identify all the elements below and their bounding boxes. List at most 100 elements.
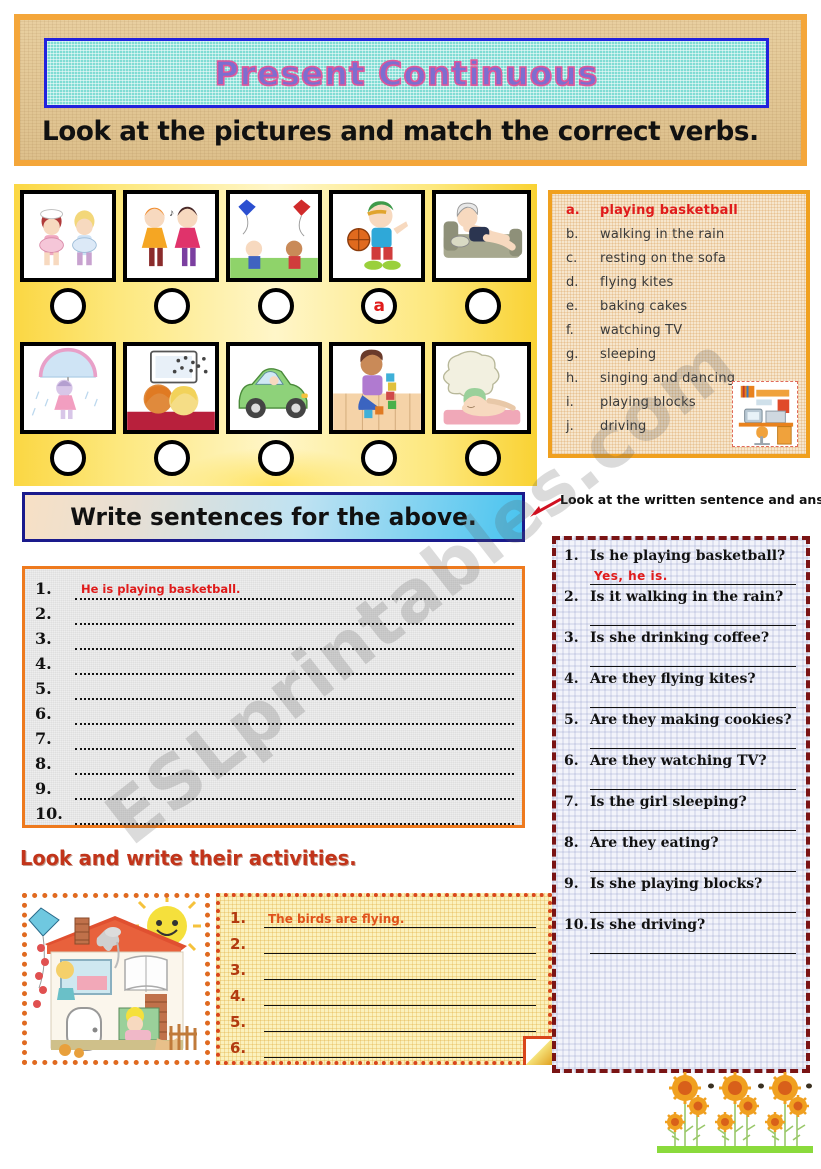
question-text: Are they making cookies?: [590, 712, 792, 728]
answer-circle-row-2: [20, 440, 531, 476]
sentence-line-8[interactable]: 8.: [35, 750, 514, 775]
sentence-line-10[interactable]: 10.: [35, 800, 514, 825]
verb-list-box: a. playing basketball b. walking in the …: [548, 190, 810, 458]
question-answer-line[interactable]: [590, 772, 796, 790]
computer-desk-icon: [732, 381, 798, 447]
activity-line-4[interactable]: 4.: [230, 980, 536, 1006]
verb-item-f[interactable]: f. watching TV: [552, 323, 806, 347]
activity-number: 5.: [230, 1013, 247, 1031]
question-answer-line[interactable]: [590, 690, 796, 708]
question-text: Are they eating?: [590, 835, 719, 851]
line-rule[interactable]: He is playing basketball.: [75, 573, 514, 600]
verb-item-a[interactable]: a. playing basketball: [552, 203, 806, 227]
line-rule[interactable]: [75, 623, 514, 650]
activity-rule[interactable]: [264, 979, 536, 1006]
activity-line-5[interactable]: 5.: [230, 1006, 536, 1032]
verb-letter: f.: [566, 323, 574, 338]
question-item-8: 8. Are they eating?: [564, 835, 796, 872]
activity-rule[interactable]: [264, 953, 536, 980]
line-rule[interactable]: [75, 673, 514, 700]
activity-rule[interactable]: The birds are flying.: [264, 901, 536, 928]
activity-line-6[interactable]: 6.: [230, 1032, 536, 1058]
banner-label: Write sentences for the above.: [70, 503, 477, 531]
questions-panel: 1. Is he playing basketball? Yes, he is.…: [552, 536, 810, 1073]
question-number: 4.: [564, 671, 579, 687]
activity-rule[interactable]: [264, 1005, 536, 1032]
sentence-line-4[interactable]: 4.: [35, 650, 514, 675]
line-number: 9.: [35, 779, 52, 798]
question-answer-line[interactable]: [590, 608, 796, 626]
question-text: Is she playing blocks?: [590, 876, 763, 892]
line-rule[interactable]: [75, 773, 514, 800]
question-answer-line[interactable]: [590, 854, 796, 872]
answer-circle-8[interactable]: [257, 440, 294, 476]
answer-cell: [228, 288, 324, 324]
activity-line-2[interactable]: 2.: [230, 928, 536, 954]
questions-note: Look at the written sentence and answer.: [560, 492, 821, 507]
line-rule[interactable]: [75, 598, 514, 625]
question-number: 1.: [564, 548, 579, 564]
question-answer-line[interactable]: [590, 936, 796, 954]
worksheet-page: Present Continuous Look at the pictures …: [0, 0, 821, 1169]
question-answer-line[interactable]: [590, 895, 796, 913]
question-item-10: 10. Is she driving?: [564, 917, 796, 954]
answer-circle-6[interactable]: [50, 440, 86, 476]
verb-item-c[interactable]: c. resting on the sofa: [552, 251, 806, 275]
question-line: 2. Is it walking in the rain?: [564, 589, 796, 605]
answer-circle-9[interactable]: [361, 440, 398, 476]
answer-circle-10[interactable]: [465, 440, 501, 476]
activity-answer: The birds are flying.: [268, 912, 405, 926]
activity-number: 3.: [230, 961, 247, 979]
question-number: 5.: [564, 712, 579, 728]
verb-letter: j.: [566, 419, 574, 434]
activity-line-3[interactable]: 3.: [230, 954, 536, 980]
activity-rule[interactable]: [264, 927, 536, 954]
verb-item-g[interactable]: g. sleeping: [552, 347, 806, 371]
question-item-1: 1. Is he playing basketball? Yes, he is.: [564, 548, 796, 585]
line-rule[interactable]: [75, 698, 514, 725]
question-answer-line[interactable]: Yes, he is.: [590, 567, 796, 585]
sentence-line-9[interactable]: 9.: [35, 775, 514, 800]
question-answer: Yes, he is.: [594, 569, 668, 583]
picture-flying-kites: [226, 190, 322, 282]
question-answer-line[interactable]: [590, 813, 796, 831]
line-rule[interactable]: [75, 798, 514, 825]
line-number: 7.: [35, 729, 52, 748]
answer-circle-1[interactable]: [50, 288, 86, 324]
answer-circle-3[interactable]: [257, 288, 294, 324]
question-line: 9. Is she playing blocks?: [564, 876, 796, 892]
line-rule[interactable]: [75, 723, 514, 750]
question-item-7: 7. Is the girl sleeping?: [564, 794, 796, 831]
activity-rule[interactable]: [264, 1031, 536, 1058]
sentence-line-2[interactable]: 2.: [35, 600, 514, 625]
sentence-line-6[interactable]: 6.: [35, 700, 514, 725]
activity-line-1[interactable]: 1. The birds are flying.: [230, 902, 536, 928]
verb-item-e[interactable]: e. baking cakes: [552, 299, 806, 323]
answer-cell: [331, 440, 427, 476]
question-number: 3.: [564, 630, 579, 646]
answer-circle-5[interactable]: [465, 288, 501, 324]
question-item-9: 9. Is she playing blocks?: [564, 876, 796, 913]
question-text: Is the girl sleeping?: [590, 794, 747, 810]
answer-circle-7[interactable]: [153, 440, 190, 476]
sentence-line-3[interactable]: 3.: [35, 625, 514, 650]
verb-item-d[interactable]: d. flying kites: [552, 275, 806, 299]
answer-circle-2[interactable]: [153, 288, 190, 324]
verb-letter: e.: [566, 299, 579, 314]
sentence-line-1[interactable]: 1. He is playing basketball.: [35, 575, 514, 600]
line-number: 4.: [35, 654, 52, 673]
verb-item-b[interactable]: b. walking in the rain: [552, 227, 806, 251]
question-answer-line[interactable]: [590, 649, 796, 667]
answer-cell: [228, 440, 324, 476]
question-text: Is she driving?: [590, 917, 706, 933]
question-line: 4. Are they flying kites?: [564, 671, 796, 687]
question-line: 1. Is he playing basketball?: [564, 548, 796, 564]
answer-circle-4[interactable]: a: [361, 288, 398, 324]
sentence-line-5[interactable]: 5.: [35, 675, 514, 700]
sentence-line-7[interactable]: 7.: [35, 725, 514, 750]
question-answer-line[interactable]: [590, 731, 796, 749]
line-rule[interactable]: [75, 748, 514, 775]
line-rule[interactable]: [75, 648, 514, 675]
picture-row-2: [20, 342, 531, 434]
question-text: Is he playing basketball?: [590, 548, 786, 564]
